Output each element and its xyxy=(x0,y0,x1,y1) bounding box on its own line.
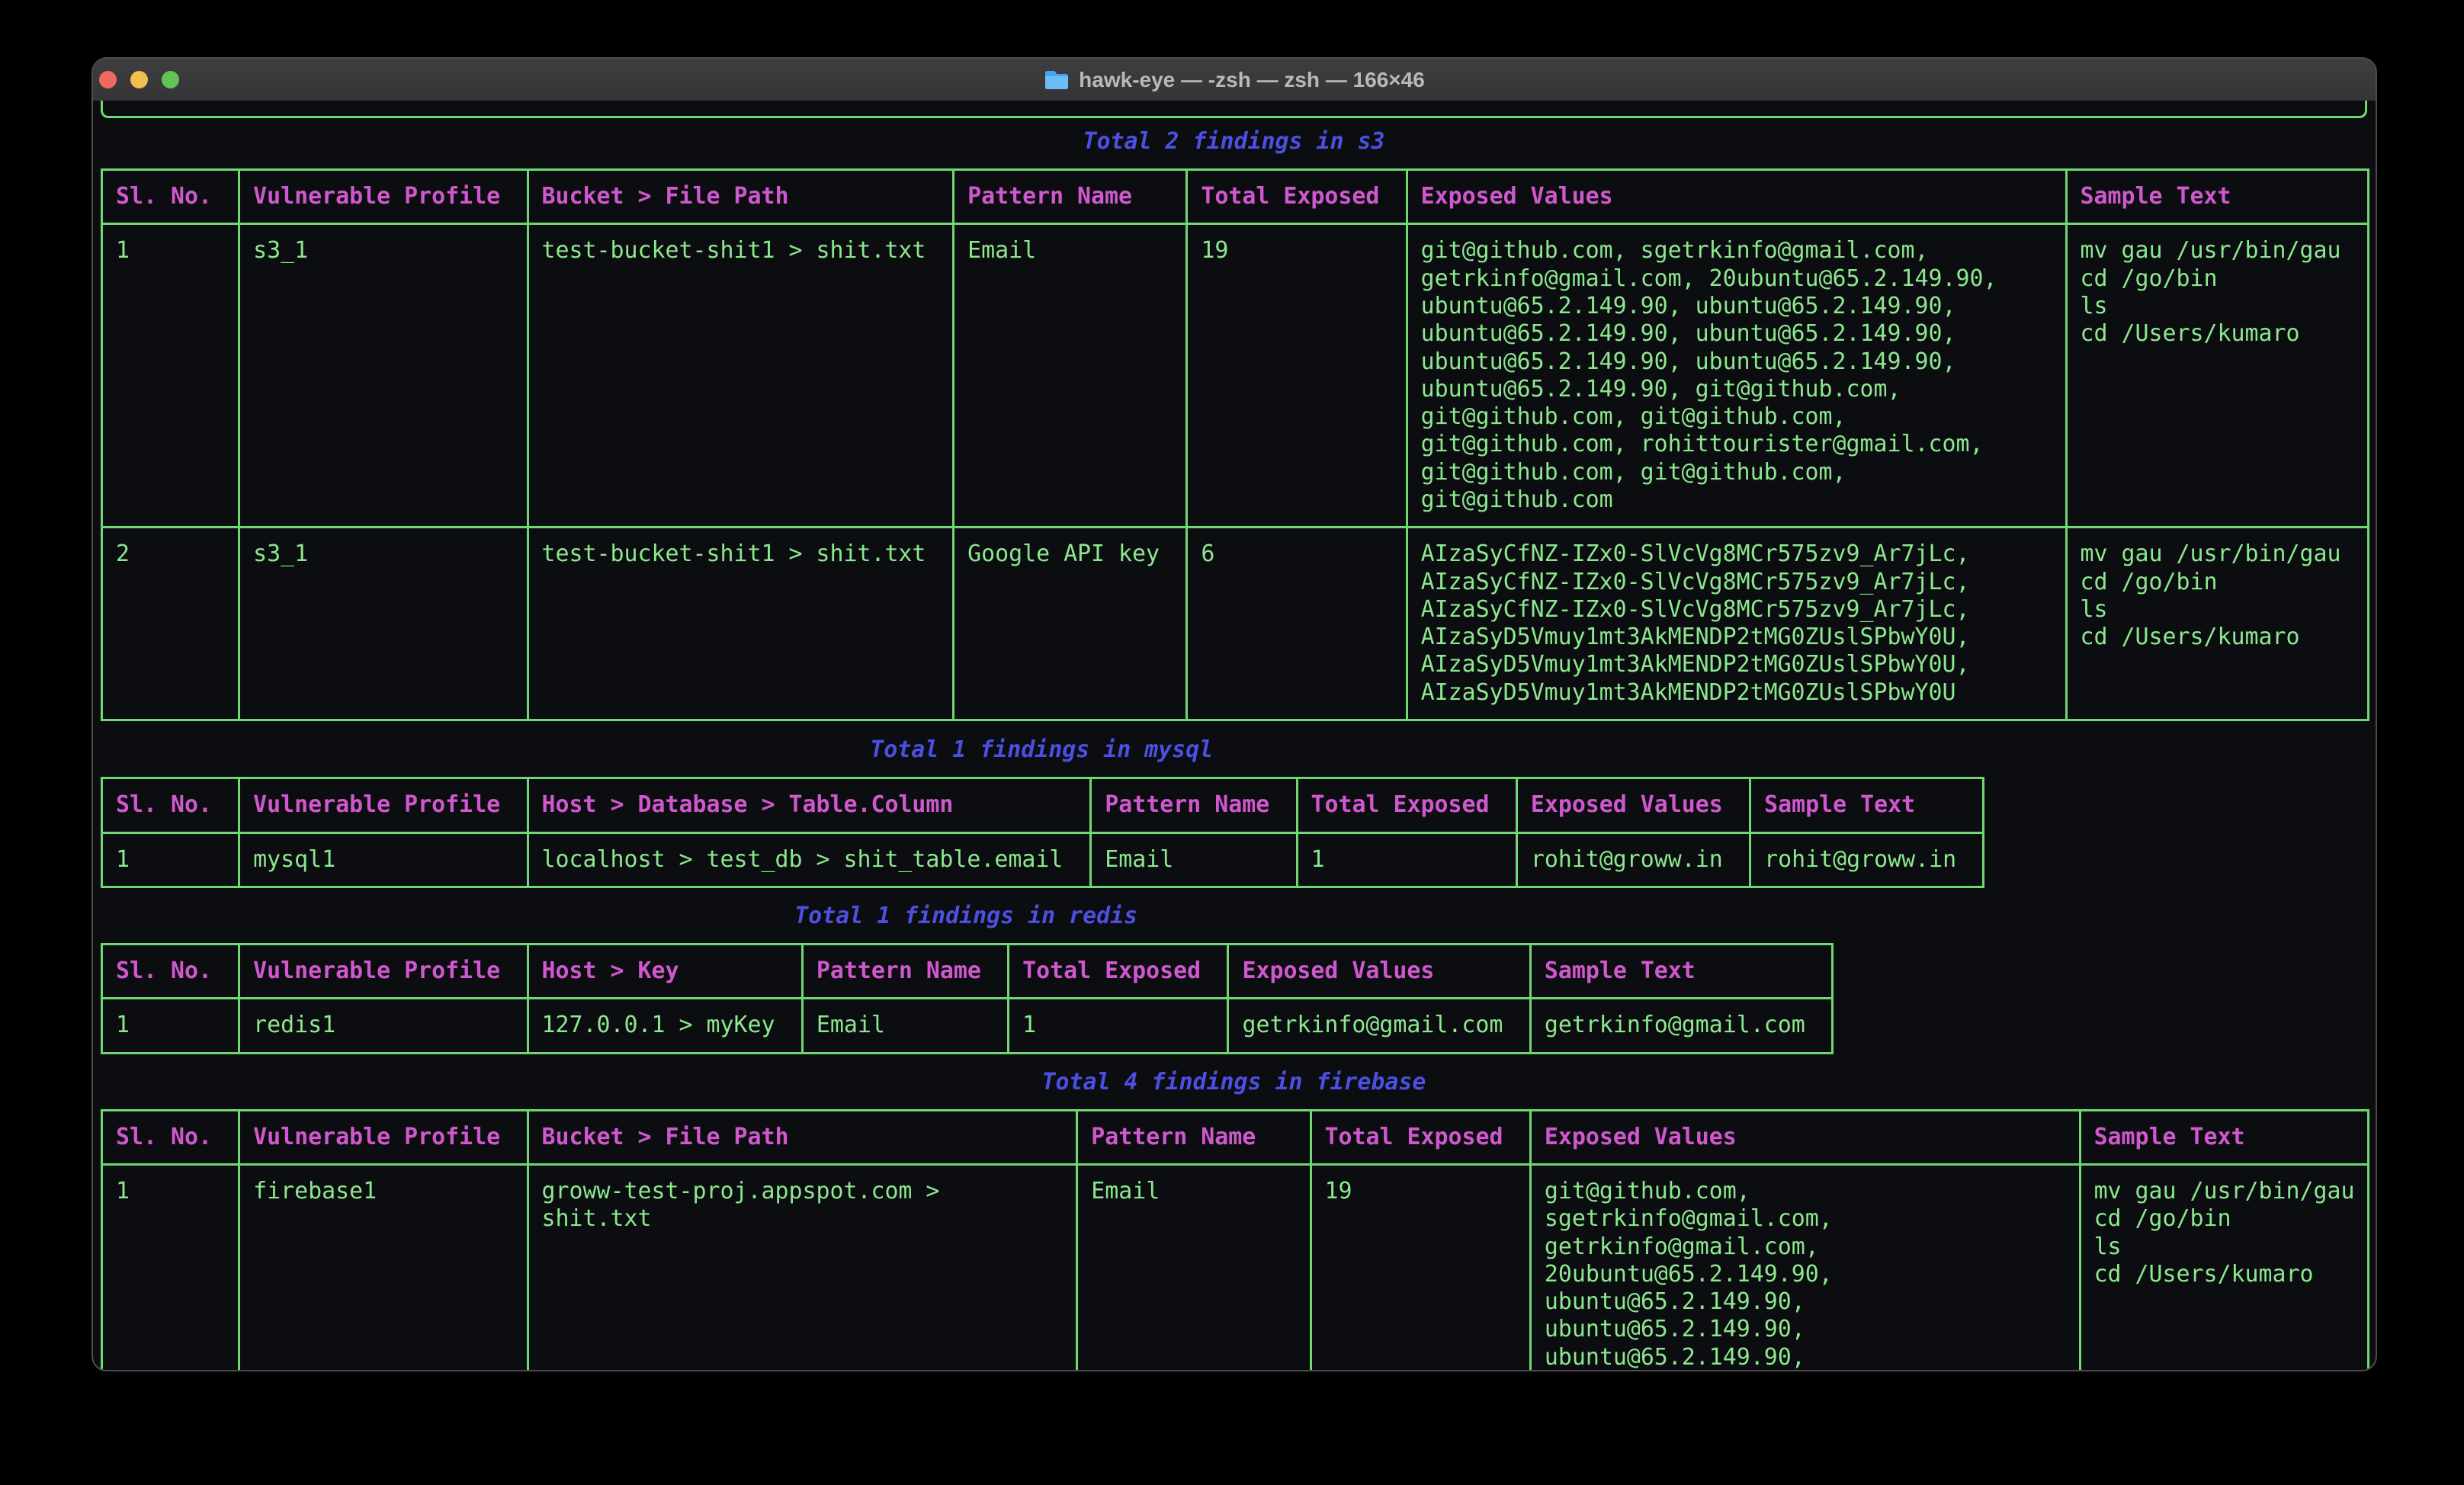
column-header: Pattern Name xyxy=(802,945,1008,999)
column-header: Host > Database > Table.Column xyxy=(528,778,1091,832)
cell-pattern_name: Email xyxy=(1091,832,1297,887)
column-header: Sl. No. xyxy=(102,945,239,999)
column-header: Sl. No. xyxy=(102,778,239,832)
cell-sample_text: getrkinfo@gmail.com xyxy=(1530,999,1832,1053)
cell-exposed_values: git@github.com, sgetrkinfo@gmail.com, ge… xyxy=(1407,224,2066,528)
table-header-row: Sl. No.Vulnerable ProfileBucket > File P… xyxy=(102,170,2369,224)
findings-table-s3: Sl. No.Vulnerable ProfileBucket > File P… xyxy=(101,168,2369,721)
table-row: 1redis1127.0.0.1 > myKeyEmail1getrkinfo@… xyxy=(102,999,1833,1053)
folder-icon xyxy=(1044,69,1070,91)
cell-exposed_values: AIzaSyCfNZ-IZx0-SlVcVg8MCr575zv9_Ar7jLc,… xyxy=(1407,528,2066,720)
cell-sl_no: 1 xyxy=(102,999,239,1053)
column-header: Sample Text xyxy=(1750,778,1984,832)
cell-sample_text: mv gau /usr/bin/gau cd /go/bin ls cd /Us… xyxy=(2066,224,2368,528)
column-header: Pattern Name xyxy=(1091,778,1297,832)
cell-vulnerable_profile: mysql1 xyxy=(239,832,528,887)
cell-sample_text: rohit@groww.in xyxy=(1750,832,1984,887)
cell-sample_text: mv gau /usr/bin/gau cd /go/bin ls cd /Us… xyxy=(2080,1165,2368,1372)
column-header: Exposed Values xyxy=(1516,778,1750,832)
column-header: Bucket > File Path xyxy=(528,1110,1077,1164)
section-title-firebase: Total 4 findings in firebase xyxy=(101,1069,2367,1097)
terminal-content[interactable]: Total 2 findings in s3Sl. No.Vulnerable … xyxy=(93,101,2376,1371)
cell-sl_no: 1 xyxy=(102,832,239,887)
column-header: Total Exposed xyxy=(1311,1110,1530,1164)
cell-vulnerable_profile: s3_1 xyxy=(239,224,528,528)
column-header: Host > Key xyxy=(528,945,802,999)
table-row: 2s3_1test-bucket-shit1 > shit.txtGoogle … xyxy=(102,528,2369,720)
column-header: Bucket > File Path xyxy=(528,170,954,224)
cell-path: 127.0.0.1 > myKey xyxy=(528,999,802,1053)
close-button[interactable] xyxy=(99,71,117,88)
window-titlebar[interactable]: hawk-eye — -zsh — zsh — 166×46 xyxy=(93,59,2376,101)
column-header: Exposed Values xyxy=(1407,170,2066,224)
section-title-s3: Total 2 findings in s3 xyxy=(101,128,2367,156)
findings-table-mysql: Sl. No.Vulnerable ProfileHost > Database… xyxy=(101,777,1984,888)
cell-pattern_name: Email xyxy=(1077,1165,1311,1372)
column-header: Sl. No. xyxy=(102,170,239,224)
column-header: Vulnerable Profile xyxy=(239,945,528,999)
column-header: Sample Text xyxy=(1530,945,1832,999)
column-header: Total Exposed xyxy=(1297,778,1516,832)
column-header: Exposed Values xyxy=(1530,1110,2080,1164)
table-row: 1firebase1groww-test-proj.appspot.com > … xyxy=(102,1165,2369,1372)
previous-panel-bottom-border xyxy=(101,101,2367,118)
cell-sl_no: 1 xyxy=(102,1165,239,1372)
cell-vulnerable_profile: firebase1 xyxy=(239,1165,528,1372)
column-header: Exposed Values xyxy=(1228,945,1530,999)
cell-exposed_values: rohit@groww.in xyxy=(1516,832,1750,887)
column-header: Total Exposed xyxy=(1187,170,1407,224)
cell-pattern_name: Email xyxy=(954,224,1187,528)
cell-path: localhost > test_db > shit_table.email xyxy=(528,832,1091,887)
column-header: Sl. No. xyxy=(102,1110,239,1164)
table-row: 1s3_1test-bucket-shit1 > shit.txtEmail19… xyxy=(102,224,2369,528)
column-header: Vulnerable Profile xyxy=(239,1110,528,1164)
cell-total_exposed: 1 xyxy=(1297,832,1516,887)
column-header: Vulnerable Profile xyxy=(239,778,528,832)
cell-sl_no: 2 xyxy=(102,528,239,720)
cell-total_exposed: 19 xyxy=(1187,224,1407,528)
findings-table-firebase: Sl. No.Vulnerable ProfileBucket > File P… xyxy=(101,1109,2369,1371)
section-title-redis: Total 1 findings in redis xyxy=(101,903,1831,931)
cell-path: test-bucket-shit1 > shit.txt xyxy=(528,224,954,528)
cell-total_exposed: 19 xyxy=(1311,1165,1530,1372)
column-header: Total Exposed xyxy=(1009,945,1228,999)
cell-total_exposed: 6 xyxy=(1187,528,1407,720)
table-header-row: Sl. No.Vulnerable ProfileBucket > File P… xyxy=(102,1110,2369,1164)
cell-vulnerable_profile: s3_1 xyxy=(239,528,528,720)
cell-vulnerable_profile: redis1 xyxy=(239,999,528,1053)
column-header: Sample Text xyxy=(2066,170,2368,224)
terminal-window: hawk-eye — -zsh — zsh — 166×46 Total 2 f… xyxy=(91,57,2377,1371)
cell-path: groww-test-proj.appspot.com > shit.txt xyxy=(528,1165,1077,1372)
zoom-button[interactable] xyxy=(162,71,179,88)
section-title-mysql: Total 1 findings in mysql xyxy=(101,736,1982,765)
cell-exposed_values: getrkinfo@gmail.com xyxy=(1228,999,1530,1053)
cell-sample_text: mv gau /usr/bin/gau cd /go/bin ls cd /Us… xyxy=(2066,528,2368,720)
cell-sl_no: 1 xyxy=(102,224,239,528)
cell-path: test-bucket-shit1 > shit.txt xyxy=(528,528,954,720)
column-header: Vulnerable Profile xyxy=(239,170,528,224)
column-header: Sample Text xyxy=(2080,1110,2368,1164)
table-row: 1mysql1localhost > test_db > shit_table.… xyxy=(102,832,1984,887)
cell-pattern_name: Google API key xyxy=(954,528,1187,720)
minimize-button[interactable] xyxy=(130,71,148,88)
column-header: Pattern Name xyxy=(954,170,1187,224)
cell-total_exposed: 1 xyxy=(1009,999,1228,1053)
findings-table-redis: Sl. No.Vulnerable ProfileHost > KeyPatte… xyxy=(101,943,1834,1054)
table-header-row: Sl. No.Vulnerable ProfileHost > Database… xyxy=(102,778,1984,832)
window-title: hawk-eye — -zsh — zsh — 166×46 xyxy=(1079,68,1425,92)
cell-pattern_name: Email xyxy=(802,999,1008,1053)
cell-exposed_values: git@github.com, sgetrkinfo@gmail.com, ge… xyxy=(1530,1165,2080,1372)
traffic-lights xyxy=(99,59,179,101)
column-header: Pattern Name xyxy=(1077,1110,1311,1164)
table-header-row: Sl. No.Vulnerable ProfileHost > KeyPatte… xyxy=(102,945,1833,999)
